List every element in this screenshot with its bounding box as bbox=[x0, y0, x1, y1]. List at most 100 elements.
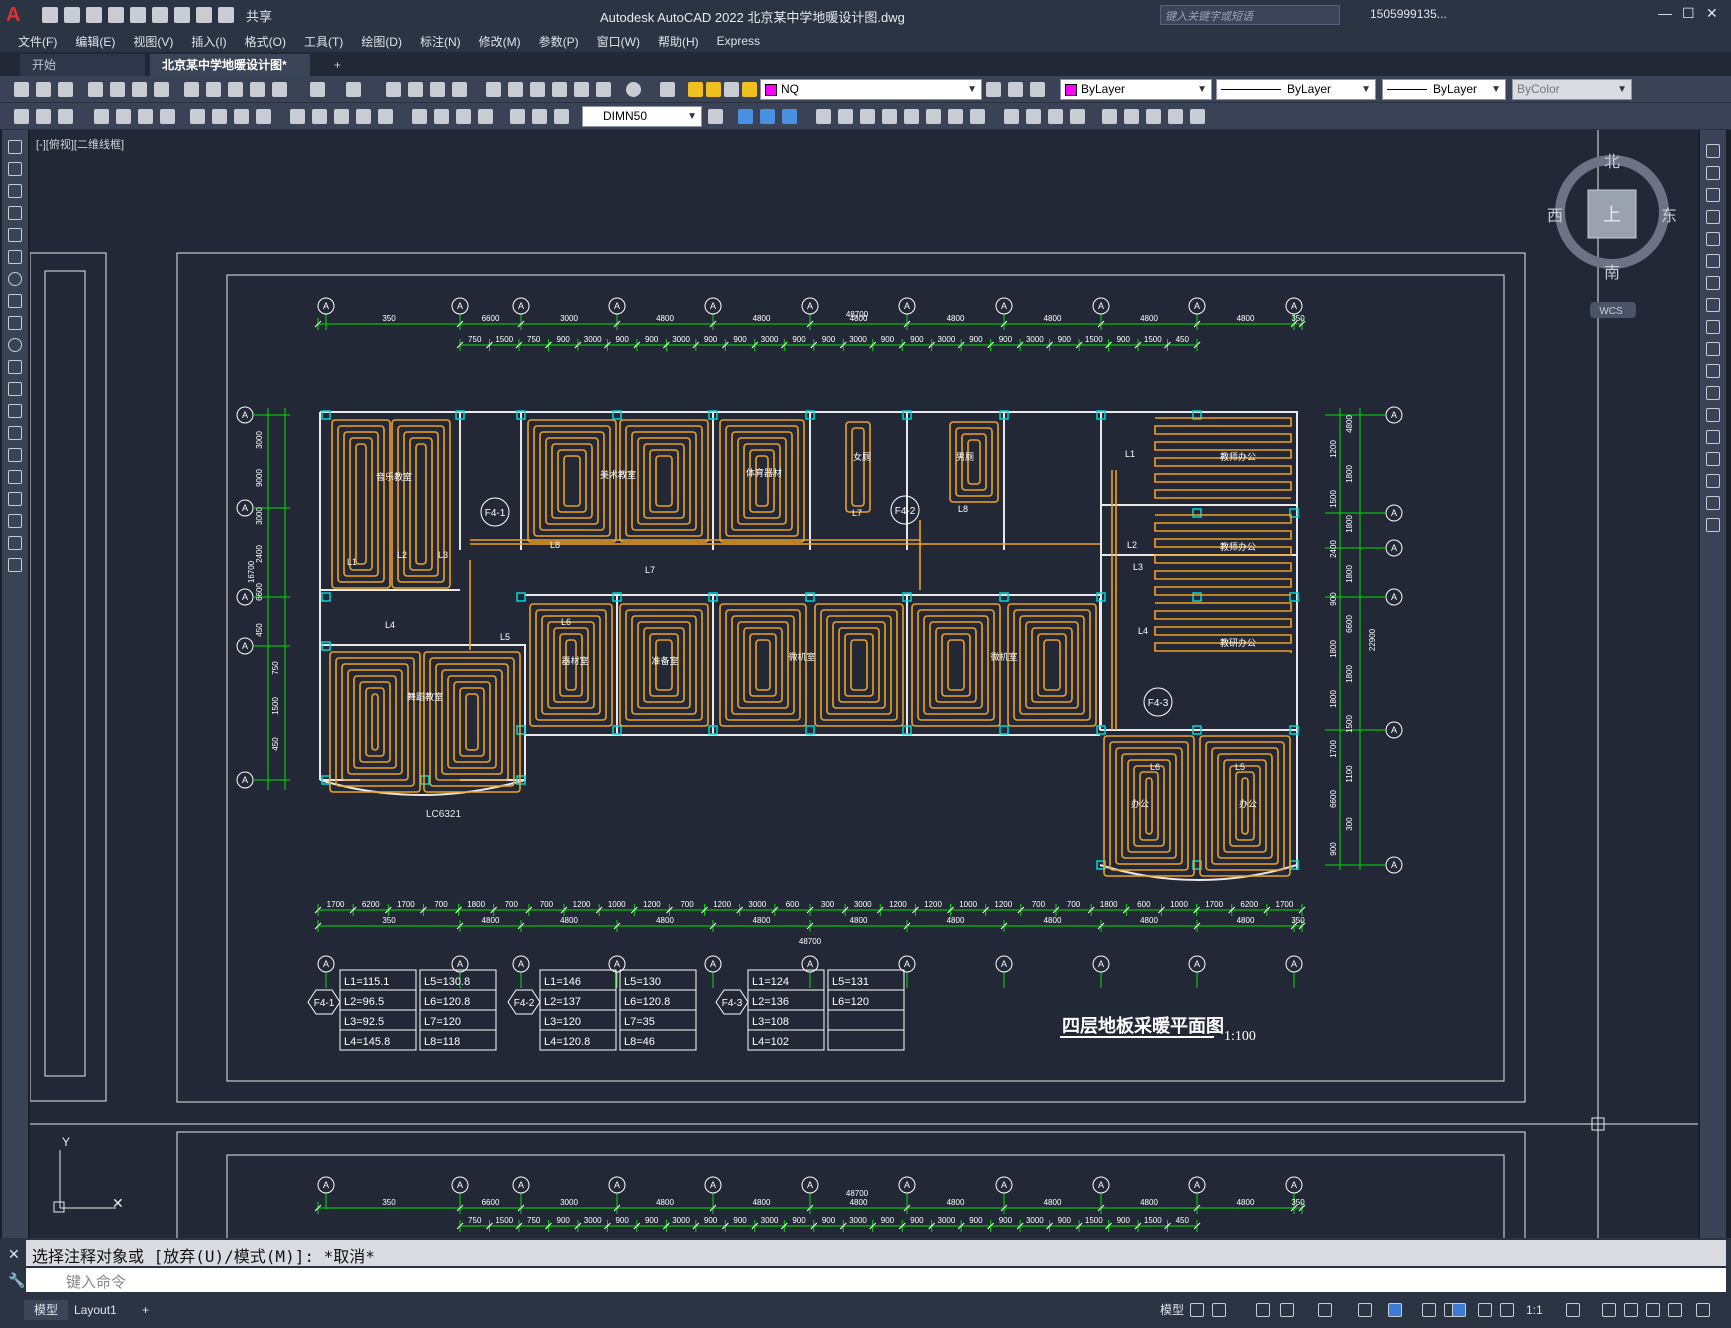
calculator-icon[interactable] bbox=[596, 82, 611, 97]
menu-help[interactable]: 帮助(H) bbox=[658, 33, 699, 50]
redo-toolbar-icon[interactable] bbox=[346, 82, 361, 97]
annotation-visibility-icon[interactable] bbox=[1452, 1303, 1466, 1317]
group-icon[interactable] bbox=[816, 109, 831, 124]
cut-icon[interactable] bbox=[184, 82, 199, 97]
share-button[interactable]: 共享 bbox=[246, 6, 272, 25]
fillet-icon[interactable] bbox=[1706, 474, 1720, 488]
break-at-point-icon[interactable] bbox=[1706, 386, 1720, 400]
snap-icon[interactable] bbox=[1212, 1303, 1226, 1317]
lineweight-icon[interactable] bbox=[1422, 1303, 1436, 1317]
copy-icon[interactable] bbox=[206, 82, 221, 97]
annotation-monitor-icon[interactable] bbox=[1602, 1303, 1616, 1317]
grid-icon[interactable] bbox=[1190, 1303, 1204, 1317]
dimstyle-dropdown[interactable]: DIMN50 ▼ bbox=[582, 106, 702, 127]
mtext-icon[interactable] bbox=[8, 536, 22, 550]
publish-icon[interactable] bbox=[130, 7, 146, 23]
dim-text-edit-icon[interactable] bbox=[532, 109, 547, 124]
arc-icon[interactable] bbox=[8, 250, 22, 264]
menu-draw[interactable]: 绘图(D) bbox=[361, 33, 402, 50]
plot-icon[interactable] bbox=[88, 82, 103, 97]
plot-preview-icon[interactable] bbox=[110, 82, 125, 97]
dim-edit-icon[interactable] bbox=[510, 109, 525, 124]
draw-order-front-icon[interactable] bbox=[738, 109, 753, 124]
object-tracking-icon[interactable] bbox=[1358, 1303, 1372, 1317]
drawing-canvas[interactable]: [-][俯视][二维线框] Y ✕ 上 北 南 东 西 WCS A A A A … bbox=[30, 130, 1698, 1238]
maximize-icon[interactable]: ☐ bbox=[1682, 5, 1695, 22]
linear-dim-icon[interactable] bbox=[94, 109, 109, 124]
draw-order-back-icon[interactable] bbox=[760, 109, 775, 124]
auto-scale-icon[interactable] bbox=[1478, 1303, 1492, 1317]
arc-length-icon[interactable] bbox=[138, 109, 153, 124]
undo-icon[interactable] bbox=[196, 7, 212, 23]
menu-tools[interactable]: 工具(T) bbox=[304, 33, 343, 50]
layer-lock-icon[interactable] bbox=[742, 82, 757, 97]
circle-icon[interactable] bbox=[8, 272, 22, 286]
break-icon[interactable] bbox=[1706, 408, 1720, 422]
blend-curves-icon[interactable] bbox=[1706, 496, 1720, 510]
layer-properties-icon[interactable] bbox=[660, 82, 675, 97]
zoom-previous-icon[interactable] bbox=[452, 82, 467, 97]
menu-modify[interactable]: 修改(M) bbox=[479, 33, 521, 50]
pan-icon[interactable] bbox=[386, 82, 401, 97]
layer-on-icon[interactable] bbox=[688, 82, 703, 97]
color-dropdown[interactable]: ByLayer ▼ bbox=[1060, 79, 1212, 100]
help-icon[interactable] bbox=[626, 82, 641, 97]
rotate-icon[interactable] bbox=[1706, 276, 1720, 290]
move-icon[interactable] bbox=[1706, 254, 1720, 268]
copy-object-icon[interactable] bbox=[1706, 166, 1720, 180]
revcloud-icon[interactable] bbox=[8, 294, 22, 308]
group-select-icon[interactable] bbox=[882, 109, 897, 124]
rectangle-icon[interactable] bbox=[8, 228, 22, 242]
explode-icon[interactable] bbox=[1706, 518, 1720, 532]
menu-parametric[interactable]: 参数(P) bbox=[539, 33, 579, 50]
workspace-gear-icon[interactable] bbox=[1566, 1303, 1580, 1317]
menu-window[interactable]: 窗口(W) bbox=[597, 33, 640, 50]
continue-dim-icon[interactable] bbox=[334, 109, 349, 124]
select-similar-icon[interactable] bbox=[1070, 109, 1085, 124]
model-space-button[interactable]: 模型 bbox=[1150, 1300, 1194, 1320]
open-icon[interactable] bbox=[64, 7, 80, 23]
gradient-icon[interactable] bbox=[8, 470, 22, 484]
publish-toolbar-icon[interactable] bbox=[132, 82, 147, 97]
dim-update-icon[interactable] bbox=[554, 109, 569, 124]
autocad-logo-icon[interactable]: A bbox=[6, 2, 32, 28]
print-icon[interactable] bbox=[174, 7, 190, 23]
minimize-icon[interactable]: — bbox=[1658, 5, 1672, 21]
menu-express[interactable]: Express bbox=[717, 34, 760, 48]
aligned-dim-icon[interactable] bbox=[116, 109, 131, 124]
menu-edit[interactable]: 编辑(E) bbox=[75, 33, 115, 50]
attach-image-icon[interactable] bbox=[1102, 109, 1117, 124]
ungroup-icon[interactable] bbox=[838, 109, 853, 124]
object-snap-icon[interactable] bbox=[1388, 1303, 1402, 1317]
line-icon[interactable] bbox=[8, 140, 22, 154]
layer-viewport-icon[interactable] bbox=[724, 82, 739, 97]
match-properties-icon[interactable] bbox=[250, 82, 265, 97]
center-mark-icon[interactable] bbox=[434, 109, 449, 124]
radius-dim-icon[interactable] bbox=[190, 109, 205, 124]
tab-document[interactable]: 北京某中学地暖设计图* × bbox=[150, 54, 310, 94]
3d-print-icon[interactable] bbox=[154, 82, 169, 97]
save-as-icon[interactable] bbox=[108, 7, 124, 23]
xref-icon[interactable] bbox=[948, 109, 963, 124]
tab-layout1[interactable]: Layout1 bbox=[64, 1300, 127, 1320]
ellipse-icon[interactable] bbox=[8, 338, 22, 352]
design-center-icon[interactable] bbox=[508, 82, 523, 97]
join-icon[interactable] bbox=[1706, 430, 1720, 444]
chamfer-icon[interactable] bbox=[1706, 452, 1720, 466]
annotation-scale-value[interactable]: 1:1 bbox=[1516, 1300, 1553, 1320]
array-icon[interactable] bbox=[1706, 232, 1720, 246]
block-editor-icon[interactable] bbox=[272, 82, 287, 97]
layer-dropdown[interactable]: NQ ▼ bbox=[760, 79, 982, 100]
isolate-icon[interactable] bbox=[1004, 109, 1019, 124]
make-block-draw-icon[interactable] bbox=[8, 404, 22, 418]
tolerance-icon[interactable] bbox=[412, 109, 427, 124]
add-layout-button[interactable]: + bbox=[132, 1300, 159, 1320]
zoom-window-icon[interactable] bbox=[430, 82, 445, 97]
paste-icon[interactable] bbox=[228, 82, 243, 97]
point-cloud-icon[interactable] bbox=[1190, 109, 1205, 124]
new-tab-button[interactable]: + bbox=[322, 54, 353, 76]
ordinate-dim-icon[interactable] bbox=[160, 109, 175, 124]
plotstyle-dropdown[interactable]: ByColor ▼ bbox=[1512, 79, 1632, 100]
scale-icon[interactable] bbox=[1706, 298, 1720, 312]
polyline-icon[interactable] bbox=[8, 184, 22, 198]
